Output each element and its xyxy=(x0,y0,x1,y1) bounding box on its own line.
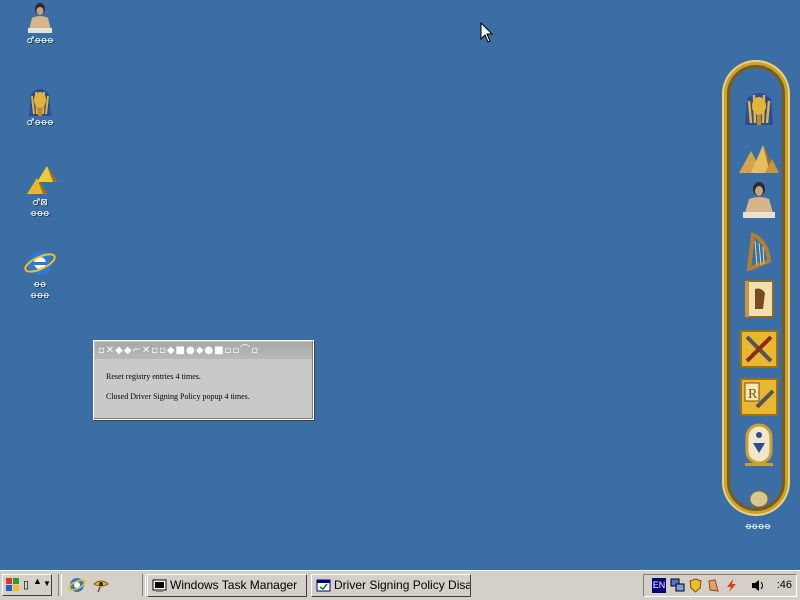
dock-item-harp[interactable] xyxy=(739,231,779,273)
desktop-icon-scribe[interactable]: ♂ꝋꝋꝋ xyxy=(8,2,72,47)
desktop-icon-label: ꝋꝋ ꝋꝋꝋ xyxy=(30,280,50,301)
language-indicator[interactable]: EN xyxy=(652,578,666,593)
taskbar-button-task-manager[interactable]: Windows Task Manager xyxy=(147,574,307,597)
taskbar-separator xyxy=(58,574,62,596)
pharaoh-mask-icon xyxy=(745,93,773,125)
desktop-icon-label: ♂ꝋꝋꝋ xyxy=(26,118,54,128)
up-arrow-icon: ▲ xyxy=(33,576,42,586)
desktop-icon-pyramids[interactable]: ♂⊠ ꝋꝋꝋ xyxy=(8,164,72,220)
lightning-icon[interactable] xyxy=(724,578,739,593)
tray-app-icon[interactable] xyxy=(706,578,721,593)
dock-item-pyramids[interactable] xyxy=(739,137,779,177)
shield-icon[interactable] xyxy=(688,578,703,593)
desktop-icon-label: ♂⊠ ꝋꝋꝋ xyxy=(30,198,50,219)
tools-icon xyxy=(740,330,778,368)
network-icon[interactable] xyxy=(670,578,685,593)
clock[interactable]: :46 xyxy=(777,575,792,596)
start-label: ▯ xyxy=(23,579,30,591)
dock-bottom-icon xyxy=(749,490,769,508)
mouse-cursor-icon xyxy=(480,21,494,47)
dock-item-tools[interactable] xyxy=(739,329,779,369)
system-tray: EN :46 xyxy=(643,574,797,597)
eye-of-horus-icon xyxy=(93,580,109,593)
dock-item-bottom[interactable] xyxy=(739,489,779,509)
dock-bottom-label: ꝋꝋꝋꝋ xyxy=(745,522,771,532)
windows-logo-icon xyxy=(6,578,19,591)
launcher-dock: R xyxy=(724,62,788,514)
popup-title: ▫✕◆◆⌐✕▫▫◆■●◆●■▫▫⌒▫ xyxy=(95,342,312,359)
quicklaunch-eye[interactable] xyxy=(92,576,110,594)
internet-explorer-icon xyxy=(23,246,57,280)
dock-item-cartouche[interactable] xyxy=(739,423,779,466)
svg-text:R: R xyxy=(748,387,758,402)
scribe-statue-icon xyxy=(23,2,57,36)
start-button[interactable]: ▯ ▲ ▼ xyxy=(2,574,52,596)
desktop-icon-label: ♂ꝋꝋꝋ xyxy=(26,36,54,46)
task-label: Windows Task Manager xyxy=(170,578,298,592)
cartouche-icon xyxy=(745,423,773,466)
taskbar-button-driver-signing[interactable]: Driver Signing Policy Disa... xyxy=(311,574,471,597)
driver-signing-icon xyxy=(316,579,331,592)
internet-explorer-icon xyxy=(67,578,87,592)
dock-item-scribe[interactable] xyxy=(739,181,779,221)
notification-popup: ▫✕◆◆⌐✕▫▫◆■●◆●■▫▫⌒▫ Reset registry entrie… xyxy=(93,340,314,420)
scribe-statue-icon xyxy=(743,182,775,218)
pyramids-icon xyxy=(739,145,779,173)
pharaoh-mask-icon xyxy=(23,84,57,118)
papyrus-book-icon xyxy=(745,280,774,318)
popup-message-line: Reset registry entries 4 times. xyxy=(106,372,201,381)
task-manager-icon xyxy=(152,579,167,592)
dock-item-papyrus-book[interactable] xyxy=(739,279,779,319)
desktop-icon-internet-explorer[interactable]: ꝋꝋ ꝋꝋꝋ xyxy=(8,246,72,302)
taskbar-separator xyxy=(142,574,146,596)
taskbar: ▯ ▲ ▼ Windows Task Manager Driver Signin… xyxy=(0,570,800,600)
quicklaunch-ie[interactable] xyxy=(67,576,87,594)
desktop-icon-pharaoh[interactable]: ♂ꝋꝋꝋ xyxy=(8,84,72,129)
chevron-down-icon: ▼ xyxy=(43,579,51,588)
pyramids-icon xyxy=(23,164,57,198)
task-label: Driver Signing Policy Disa... xyxy=(334,578,471,592)
speaker-icon[interactable] xyxy=(750,578,765,593)
popup-message-line: Closed Driver Signing Policy popup 4 tim… xyxy=(106,392,250,401)
harp-icon xyxy=(746,232,772,273)
dock-item-pharaoh[interactable] xyxy=(739,87,779,127)
repair-tools-icon: R xyxy=(740,378,778,416)
dock-item-repair-tools[interactable]: R xyxy=(739,377,779,417)
